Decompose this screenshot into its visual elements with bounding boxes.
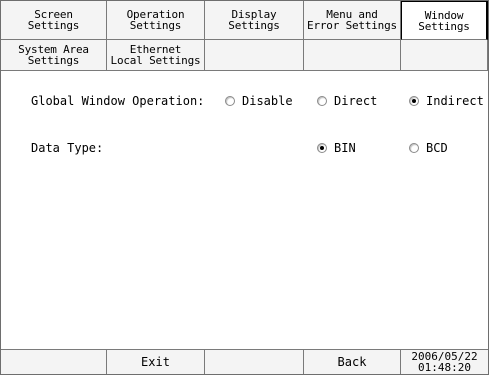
- bottom-empty-cell: [205, 349, 304, 374]
- radio-bin-label: BIN: [334, 141, 356, 155]
- tab-system-area-settings[interactable]: System Area Settings: [1, 40, 107, 71]
- radio-disable[interactable]: Disable: [225, 94, 293, 108]
- radio-direct-indicator: [317, 96, 327, 106]
- radio-bcd-label: BCD: [426, 141, 448, 155]
- datetime-display: 2006/05/22 01:48:20: [401, 349, 488, 374]
- tab-ethernet-local-settings[interactable]: Ethernet Local Settings: [107, 40, 205, 71]
- tab-display-settings[interactable]: Display Settings: [205, 1, 304, 40]
- radio-indirect-indicator: [409, 96, 419, 106]
- tab-window-settings[interactable]: Window Settings: [401, 1, 488, 40]
- bottom-empty-cell: [1, 349, 107, 374]
- tab-empty-slot: [304, 40, 401, 71]
- settings-content: Global Window Operation: Disable Direct …: [1, 71, 488, 349]
- radio-indirect[interactable]: Indirect: [409, 94, 484, 108]
- global-window-operation-label: Global Window Operation:: [31, 94, 205, 108]
- data-type-label: Data Type:: [31, 141, 104, 155]
- settings-tab-bar: Screen Settings Operation Settings Displ…: [1, 1, 488, 71]
- window-settings-screen: Screen Settings Operation Settings Displ…: [0, 0, 489, 375]
- radio-bin[interactable]: BIN: [317, 141, 356, 155]
- tab-operation-settings[interactable]: Operation Settings: [107, 1, 205, 40]
- radio-bin-indicator: [317, 143, 327, 153]
- radio-direct[interactable]: Direct: [317, 94, 377, 108]
- bottom-bar: Exit Back 2006/05/22 01:48:20: [1, 349, 488, 374]
- radio-direct-label: Direct: [334, 94, 378, 108]
- radio-bcd-indicator: [409, 143, 419, 153]
- tab-empty-slot: [401, 40, 488, 71]
- back-button[interactable]: Back: [304, 349, 401, 374]
- tab-empty-slot: [205, 40, 304, 71]
- tab-screen-settings[interactable]: Screen Settings: [1, 1, 107, 40]
- radio-disable-indicator: [225, 96, 235, 106]
- radio-indirect-label: Indirect: [426, 94, 484, 108]
- radio-bcd[interactable]: BCD: [409, 141, 448, 155]
- exit-button[interactable]: Exit: [107, 349, 205, 374]
- radio-disable-label: Disable: [242, 94, 293, 108]
- tab-menu-and-error-settings[interactable]: Menu and Error Settings: [304, 1, 401, 40]
